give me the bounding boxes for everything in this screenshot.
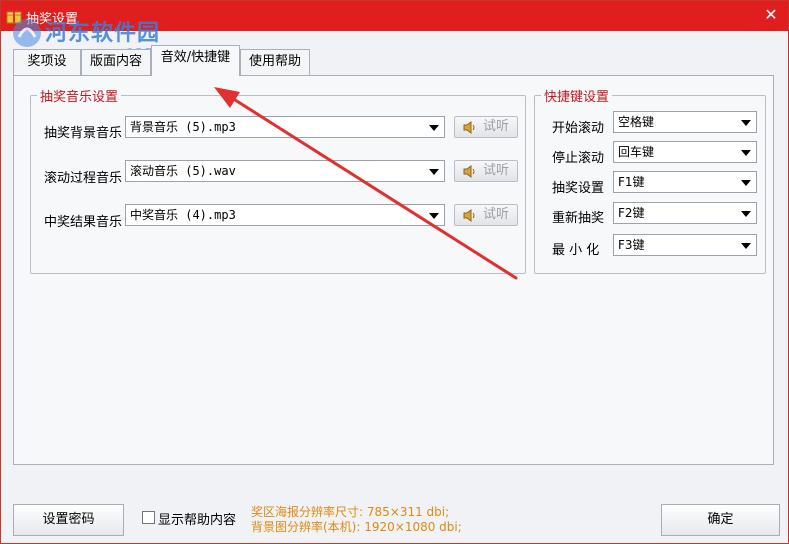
hotkey-stop-value: 回车键: [618, 145, 655, 159]
hotkey-minimize-label: 最 小 化: [552, 243, 600, 258]
hotkey-minimize-select[interactable]: F3键: [613, 234, 757, 256]
chevron-down-icon: [429, 213, 439, 219]
chevron-down-icon: [741, 150, 751, 156]
ok-button[interactable]: 确定: [661, 504, 780, 536]
chevron-down-icon: [741, 180, 751, 186]
hotkey-start-label: 开始滚动: [552, 121, 605, 136]
speaker-icon: [463, 209, 475, 222]
result-music-test-button[interactable]: 试听: [454, 204, 518, 226]
settings-window: 抽奖设置 ✕ 河东软件园 www.pc0359.cn 奖项设置 版面内容 音效/…: [0, 0, 789, 544]
tab-sound-hotkeys[interactable]: 音效/快捷键: [151, 45, 240, 76]
hotkey-redraw-label: 重新抽奖: [552, 211, 605, 226]
bg-music-select[interactable]: 背景音乐 (5).mp3: [125, 116, 445, 138]
test-label: 试听: [483, 163, 510, 178]
resolution-info: 奖区海报分辨率尺寸: 785×311 dbi; 背景图分辨率(本机): 1920…: [251, 505, 462, 535]
bg-music-value: 背景音乐 (5).mp3: [130, 120, 236, 134]
speaker-icon: [463, 121, 475, 134]
title-bar[interactable]: 抽奖设置 ✕: [1, 1, 788, 31]
show-help-label: 显示帮助内容: [158, 513, 237, 528]
bg-music-test-button[interactable]: 试听: [454, 116, 518, 138]
tab-panel-sound-hotkeys: 抽奖音乐设置 抽奖背景音乐 背景音乐 (5).mp3 试听 滚动过程音乐 滚动音…: [13, 75, 774, 465]
test-label: 试听: [483, 119, 510, 134]
tab-layout-content[interactable]: 版面内容: [81, 49, 151, 75]
tab-help[interactable]: 使用帮助: [240, 49, 310, 75]
chevron-down-icon: [741, 120, 751, 126]
chevron-down-icon: [741, 243, 751, 249]
chevron-down-icon: [741, 211, 751, 217]
test-label: 试听: [483, 207, 510, 222]
hotkey-start-value: 空格键: [618, 115, 655, 129]
scroll-music-value: 滚动音乐 (5).wav: [130, 164, 236, 178]
window-title: 抽奖设置: [26, 12, 79, 27]
close-icon: ✕: [764, 5, 778, 24]
chevron-down-icon: [429, 125, 439, 131]
result-music-label: 中奖结果音乐: [44, 215, 123, 230]
scroll-music-label: 滚动过程音乐: [44, 171, 123, 186]
hotkey-minimize-value: F3键: [618, 238, 645, 252]
gift-icon: [6, 9, 22, 24]
hotkey-settings-label: 抽奖设置: [552, 181, 605, 196]
result-music-value: 中奖音乐 (4).mp3: [130, 208, 236, 222]
show-help-checkbox[interactable]: [142, 511, 155, 524]
result-music-select[interactable]: 中奖音乐 (4).mp3: [125, 204, 445, 226]
hotkey-redraw-value: F2键: [618, 206, 645, 220]
tab-prize-settings[interactable]: 奖项设置: [13, 49, 81, 93]
close-button[interactable]: ✕: [762, 6, 780, 24]
hotkey-settings-value: F1键: [618, 175, 645, 189]
speaker-icon: [463, 165, 475, 178]
background-resolution-text: 背景图分辨率(本机): 1920×1080 dbi;: [251, 520, 462, 534]
hotkey-settings-select[interactable]: F1键: [613, 171, 757, 193]
set-password-button[interactable]: 设置密码: [13, 504, 124, 536]
chevron-down-icon: [429, 169, 439, 175]
hotkey-settings-legend: 快捷键设置: [544, 90, 610, 105]
scroll-music-test-button[interactable]: 试听: [454, 160, 518, 182]
hotkey-stop-select[interactable]: 回车键: [613, 141, 757, 163]
bg-music-label: 抽奖背景音乐: [44, 126, 123, 141]
hotkey-start-select[interactable]: 空格键: [613, 111, 757, 133]
poster-resolution-text: 奖区海报分辨率尺寸: 785×311 dbi;: [251, 505, 450, 519]
scroll-music-select[interactable]: 滚动音乐 (5).wav: [125, 160, 445, 182]
hotkey-stop-label: 停止滚动: [552, 151, 605, 166]
hotkey-redraw-select[interactable]: F2键: [613, 202, 757, 224]
music-settings-legend: 抽奖音乐设置: [40, 90, 119, 105]
